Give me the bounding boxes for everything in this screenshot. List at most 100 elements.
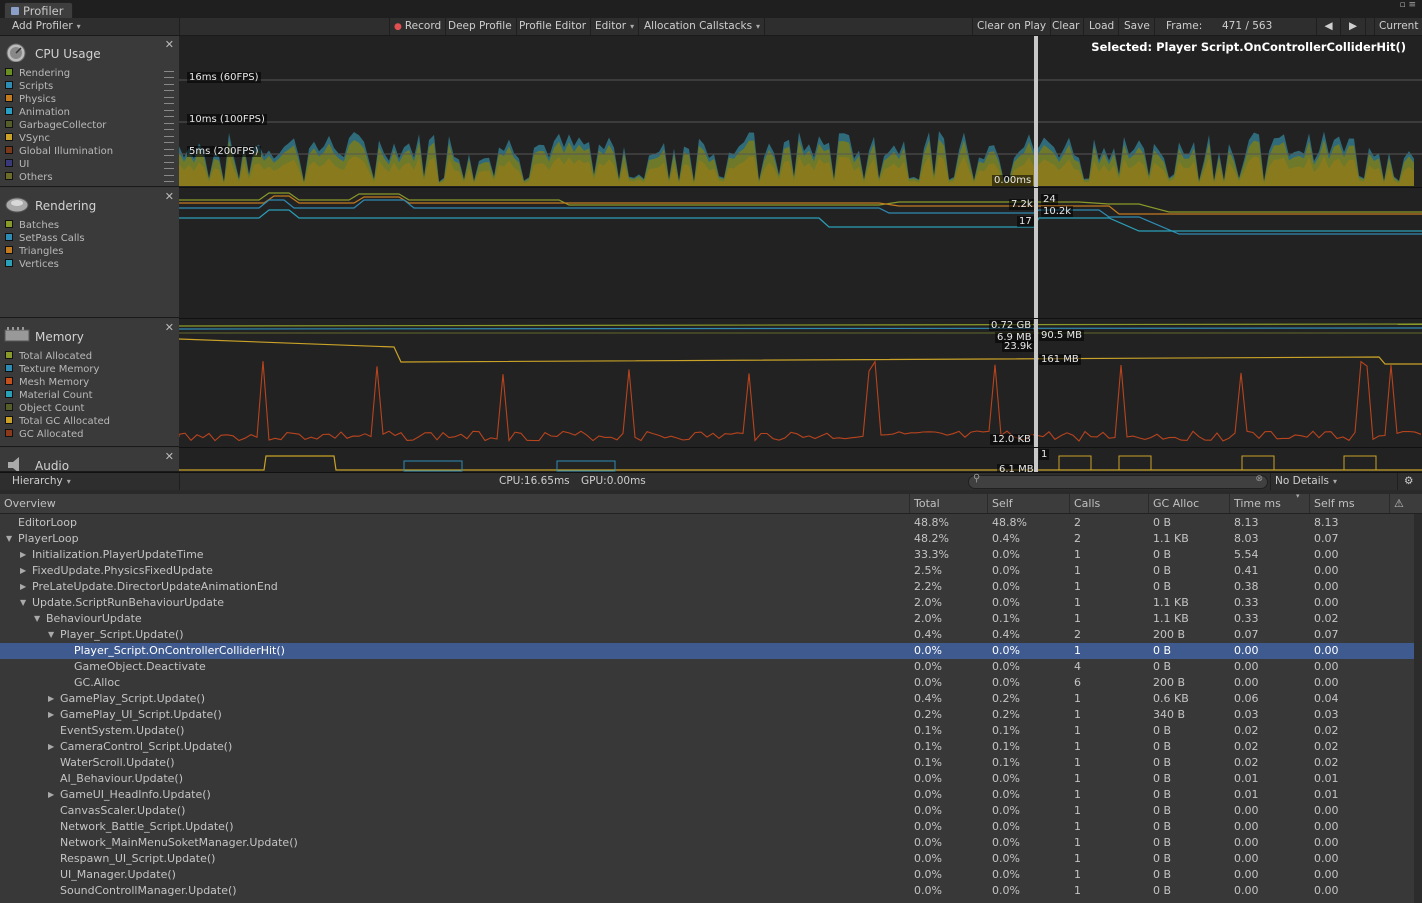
rendering-graph[interactable]: 7.2k 24 10.2k 17 <box>179 188 1422 319</box>
drag-handle-icon[interactable] <box>164 123 174 130</box>
memory-graph[interactable]: 0.72 GB 6.9 MB 23.9k 90.5 MB 161 MB 12.0… <box>179 319 1422 448</box>
legend-item[interactable]: Global Illumination <box>5 145 113 158</box>
table-row[interactable]: ▶ FixedUpdate.PhysicsFixedUpdate 2.5% 0.0% 1… <box>0 563 1414 579</box>
search-input[interactable]: ⚲ ⊗ <box>968 473 1268 489</box>
hierarchy-view-dropdown[interactable]: Hierarchy <box>0 473 180 490</box>
column-overview[interactable]: Overview <box>0 494 909 513</box>
current-frame-button[interactable]: Current <box>1374 18 1422 35</box>
editor-dropdown[interactable]: Editor <box>591 18 640 35</box>
drag-handle-icon[interactable] <box>164 149 174 156</box>
profiler-tab[interactable]: Profiler <box>4 2 73 19</box>
collapsed-arrow-icon[interactable]: ▶ <box>20 563 26 579</box>
close-icon[interactable]: ✕ <box>165 450 174 463</box>
load-button[interactable]: Load <box>1085 18 1120 35</box>
table-row[interactable]: ▶ Initialization.PlayerUpdateTime 33.3% 0.0… <box>0 547 1414 563</box>
legend-item[interactable]: Scripts <box>5 80 53 93</box>
column-gc-alloc[interactable]: GC Alloc <box>1148 494 1229 513</box>
add-profiler-dropdown[interactable]: Add Profiler <box>0 18 180 35</box>
expanded-arrow-icon[interactable]: ▼ <box>20 595 26 611</box>
column-total[interactable]: Total <box>909 494 987 513</box>
collapsed-arrow-icon[interactable]: ▶ <box>48 707 54 723</box>
table-row[interactable]: ▼ PlayerLoop 48.2% 0.4% 2 1.1 KB 8.03 0.07 <box>0 531 1414 547</box>
collapsed-arrow-icon[interactable]: ▶ <box>48 739 54 755</box>
frame-cursor[interactable] <box>1034 36 1038 187</box>
next-frame-icon[interactable]: ▶ <box>1341 18 1366 35</box>
legend-item[interactable]: Total Allocated <box>5 350 92 363</box>
legend-item[interactable]: Texture Memory <box>5 363 99 376</box>
close-icon[interactable]: ✕ <box>165 190 174 203</box>
legend-item[interactable]: VSync <box>5 132 50 145</box>
column-self[interactable]: Self <box>987 494 1069 513</box>
prev-frame-icon[interactable]: ◀ <box>1316 18 1341 35</box>
table-row[interactable]: EventSystem.Update() 0.1% 0.1% 1 0 B 0.02 0.02 <box>0 723 1414 739</box>
legend-item[interactable]: Material Count <box>5 389 93 402</box>
legend-item[interactable]: Triangles <box>5 245 63 258</box>
record-button[interactable]: ● Record <box>389 18 447 35</box>
details-dropdown[interactable]: No Details <box>1270 473 1398 490</box>
legend-item[interactable]: Vertices <box>5 258 59 271</box>
table-row[interactable]: AI_Behaviour.Update() 0.0% 0.0% 1 0 B 0.01 0.0… <box>0 771 1414 787</box>
allocation-callstacks-dropdown[interactable]: Allocation Callstacks <box>640 18 766 35</box>
frame-cursor[interactable] <box>1034 188 1038 318</box>
collapsed-arrow-icon[interactable]: ▶ <box>20 579 26 595</box>
legend-item[interactable]: Animation <box>5 106 70 119</box>
drag-handle-icon[interactable] <box>164 110 174 117</box>
drag-handle-icon[interactable] <box>164 162 174 169</box>
memory-module[interactable]: Memory ✕ Total Allocated Texture Memory Me… <box>0 319 179 447</box>
profile-editor-button[interactable]: Profile Editor <box>515 18 592 35</box>
table-row[interactable]: ▼ BehaviourUpdate 2.0% 0.1% 1 1.1 KB 0.33 0.02 <box>0 611 1414 627</box>
table-row[interactable]: EditorLoop 48.8% 48.8% 2 0 B 8.13 8.13 <box>0 515 1414 531</box>
close-icon[interactable]: ✕ <box>165 38 174 51</box>
column-calls[interactable]: Calls <box>1069 494 1148 513</box>
save-button[interactable]: Save <box>1120 18 1155 35</box>
table-row[interactable]: WaterScroll.Update() 0.1% 0.1% 1 0 B 0.02 0.02 <box>0 755 1414 771</box>
drag-handle-icon[interactable] <box>164 97 174 104</box>
table-row[interactable]: UI_Manager.Update() 0.0% 0.0% 1 0 B 0.00 0.00 <box>0 867 1414 883</box>
collapsed-arrow-icon[interactable]: ▶ <box>48 787 54 803</box>
collapsed-arrow-icon[interactable]: ▶ <box>48 691 54 707</box>
drag-handle-icon[interactable] <box>164 84 174 91</box>
clear-on-play-button[interactable]: Clear on Play <box>972 18 1052 35</box>
legend-item[interactable]: GarbageCollector <box>5 119 106 132</box>
window-menu-icon[interactable]: ▫ ≡ <box>1399 0 1416 10</box>
expanded-arrow-icon[interactable]: ▼ <box>34 611 40 627</box>
frame-cursor[interactable] <box>1034 319 1038 447</box>
table-row[interactable]: Network_Battle_Script.Update() 0.0% 0.0% 1 0… <box>0 819 1414 835</box>
frame-cursor[interactable] <box>1034 448 1038 472</box>
legend-item[interactable]: Rendering <box>5 67 70 80</box>
deep-profile-button[interactable]: Deep Profile <box>444 18 517 35</box>
legend-item[interactable]: UI <box>5 158 29 171</box>
legend-item[interactable]: Batches <box>5 219 59 232</box>
table-row[interactable]: GameObject.Deactivate 0.0% 0.0% 4 0 B 0.00 0.0… <box>0 659 1414 675</box>
close-icon[interactable]: ✕ <box>165 321 174 334</box>
collapsed-arrow-icon[interactable]: ▶ <box>20 547 26 563</box>
expanded-arrow-icon[interactable]: ▼ <box>6 531 12 547</box>
column-self-ms[interactable]: Self ms <box>1309 494 1389 513</box>
legend-item[interactable]: Others <box>5 171 53 184</box>
legend-item[interactable]: SetPass Calls <box>5 232 85 245</box>
clear-search-icon[interactable]: ⊗ <box>1255 474 1263 484</box>
drag-handle-icon[interactable] <box>164 175 174 182</box>
table-row[interactable]: ▶ GamePlay_UI_Script.Update() 0.2% 0.2% 1 340… <box>0 707 1414 723</box>
legend-item[interactable]: GC Allocated <box>5 428 83 441</box>
vertical-scrollbar[interactable] <box>1414 514 1422 903</box>
audio-module[interactable]: Audio ✕ <box>0 448 179 472</box>
clear-button[interactable]: Clear <box>1048 18 1085 35</box>
legend-item[interactable]: Total GC Allocated <box>5 415 110 428</box>
table-row[interactable]: Player_Script.OnControllerColliderHit() 0… <box>0 643 1414 659</box>
warning-icon[interactable]: ⚠ <box>1389 494 1414 513</box>
legend-item[interactable]: Physics <box>5 93 56 106</box>
table-row[interactable]: Network_MainMenuSoketManager.Update() 0.0… <box>0 835 1414 851</box>
table-row[interactable]: ▶ GameUI_HeadInfo.Update() 0.0% 0.0% 1 0 B 0.0… <box>0 787 1414 803</box>
table-row[interactable]: ▶ GamePlay_Script.Update() 0.4% 0.2% 1 0.6 KB… <box>0 691 1414 707</box>
legend-item[interactable]: Mesh Memory <box>5 376 89 389</box>
table-row[interactable]: GC.Alloc 0.0% 0.0% 6 200 B 0.00 0.00 <box>0 675 1414 691</box>
table-row[interactable]: ▶ PreLateUpdate.DirectorUpdateAnimationEn… <box>0 579 1414 595</box>
drag-handle-icon[interactable] <box>164 136 174 143</box>
table-row[interactable]: CanvasScaler.Update() 0.0% 0.0% 1 0 B 0.00 0.0… <box>0 803 1414 819</box>
table-row[interactable]: ▼ Update.ScriptRunBehaviourUpdate 2.0% 0.0%… <box>0 595 1414 611</box>
rendering-module[interactable]: Rendering ✕ Batches SetPass Calls Triangle… <box>0 188 179 318</box>
table-row[interactable]: SoundControllManager.Update() 0.0% 0.0% 1 0 … <box>0 883 1414 899</box>
drag-handle-icon[interactable] <box>164 71 174 78</box>
cpu-usage-graph[interactable]: 16ms (60FPS) 10ms (100FPS) 5ms (200FPS) … <box>179 36 1422 188</box>
